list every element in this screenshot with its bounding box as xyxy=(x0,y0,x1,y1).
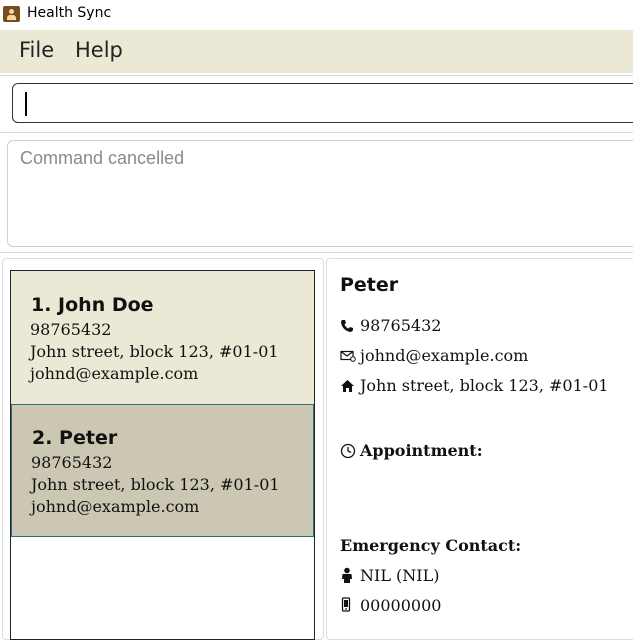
person-card[interactable]: 1. John Doe 98765432 John street, block … xyxy=(11,271,314,404)
phone-icon xyxy=(340,318,356,334)
app-icon xyxy=(3,6,20,22)
detail-email: johnd@example.com xyxy=(360,346,529,365)
person-card-address: John street, block 123, #01-01 xyxy=(31,475,280,494)
menu-bar: File Help xyxy=(0,30,633,73)
person-icon xyxy=(340,567,356,583)
detail-address: John street, block 123, #01-01 xyxy=(360,376,609,395)
person-card-email: johnd@example.com xyxy=(31,497,200,516)
detail-phone: 98765432 xyxy=(360,316,442,335)
emergency-contact-name: NIL (NIL) xyxy=(360,566,440,585)
text-caret xyxy=(25,92,27,116)
emergency-contact-phone: 00000000 xyxy=(360,596,442,615)
person-card-phone: 98765432 xyxy=(31,453,113,472)
detail-name: Peter xyxy=(340,274,399,296)
emergency-contact-label: Emergency Contact: xyxy=(340,536,522,555)
person-card-phone: 98765432 xyxy=(30,320,112,339)
result-display: Command cancelled xyxy=(7,140,633,247)
email-icon xyxy=(340,348,356,364)
person-list[interactable]: 1. John Doe 98765432 John street, block … xyxy=(10,270,315,640)
person-card-email: johnd@example.com xyxy=(30,364,199,383)
mobile-icon xyxy=(340,597,356,613)
appointment-label: Appointment: xyxy=(360,441,483,460)
clock-icon xyxy=(340,443,356,459)
command-input[interactable] xyxy=(12,83,633,123)
title-bar: Health Sync xyxy=(0,0,633,30)
person-card-address: John street, block 123, #01-01 xyxy=(30,342,279,361)
home-icon xyxy=(340,378,356,394)
person-card-selected[interactable]: 2. Peter 98765432 John street, block 123… xyxy=(11,404,314,537)
menu-help[interactable]: Help xyxy=(75,38,123,62)
window-title: Health Sync xyxy=(27,5,112,21)
menu-file[interactable]: File xyxy=(19,38,54,62)
result-message: Command cancelled xyxy=(20,148,185,168)
person-card-name: 1. John Doe xyxy=(31,294,154,316)
person-card-name: 2. Peter xyxy=(32,427,118,449)
